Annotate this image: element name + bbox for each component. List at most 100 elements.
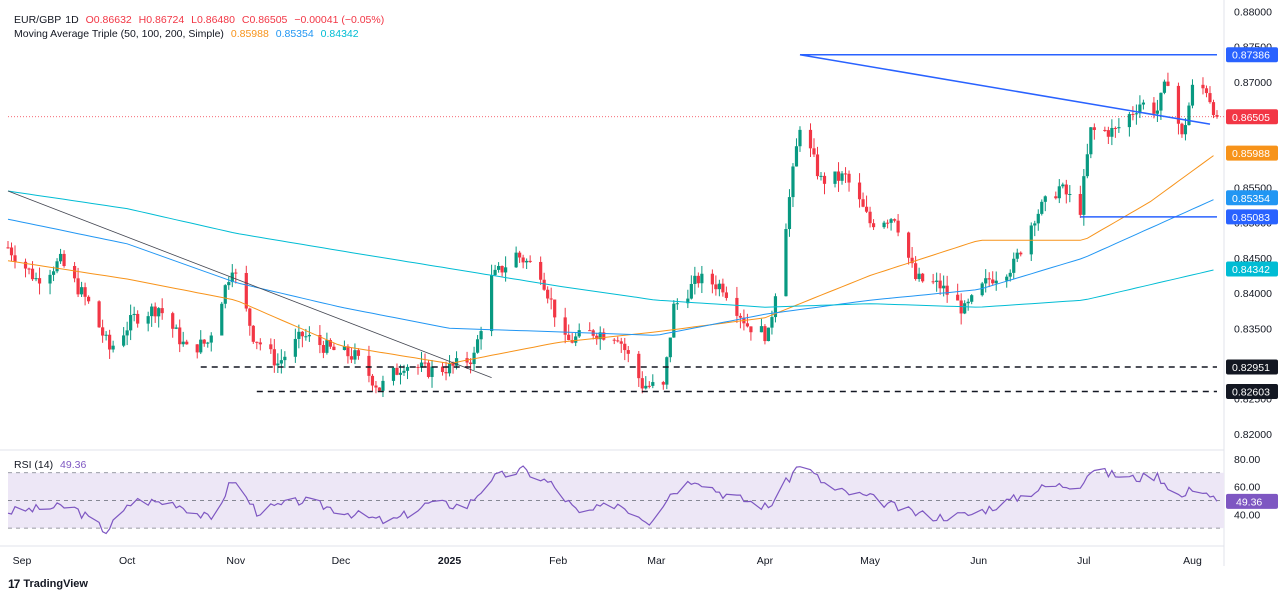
candle-body [945,285,949,295]
candle-body [293,338,297,357]
candle-body [1190,84,1195,106]
candle-body [497,265,501,270]
candle-body [234,272,238,274]
candle-body [938,280,942,289]
candle-body [37,278,42,284]
candle-body [749,326,753,333]
time-tick-label: Apr [757,555,774,567]
candle-body [693,275,697,284]
candle-body [244,272,248,309]
price-label-text: 0.85083 [1232,212,1270,224]
candle-body [710,273,714,285]
candle-body [882,222,886,228]
symbol-name[interactable]: EUR/GBP [14,14,61,26]
candle-body [1155,110,1160,114]
candle-body [1131,114,1135,116]
candle-body [157,308,161,317]
candle-body [405,366,410,371]
candle-body [836,171,841,181]
candle-body [896,220,900,233]
candle-body [1033,223,1037,226]
tradingview-brand[interactable]: 17 TradingView [8,577,88,591]
price-label-text: 0.87386 [1232,50,1270,62]
candle-body [391,367,396,381]
tradingview-name: TradingView [23,578,88,590]
time-tick-label: Oct [119,555,135,567]
candle-body [577,330,581,337]
candle-body [791,166,795,198]
candle-body [963,303,967,314]
candle-body [553,299,557,318]
candle-body [626,350,630,354]
candle-body [209,335,213,343]
candle-body [1211,102,1216,116]
candle-body [160,308,164,314]
candle-body [1152,102,1156,114]
chart-canvas[interactable]: 0.880000.875000.870000.865000.860000.855… [0,0,1280,597]
candle-body [637,353,641,379]
candle-body [398,372,403,375]
price-tick-label: 0.84000 [1234,288,1272,300]
ma50-value: 0.85988 [230,28,269,40]
candle-body [332,346,336,351]
timeframe[interactable]: 1D [65,14,78,26]
candle-body [1204,88,1209,94]
ma-legend: Moving Average Triple (50, 100, 200, Sim… [14,28,363,41]
candle-body [847,173,851,183]
candle-body [724,292,728,298]
candle-body [1015,252,1019,259]
open-value: O0.86632 [85,14,132,26]
trend-line [799,54,1211,125]
candle-body [132,313,136,316]
candle-body [794,146,799,167]
rsi-label[interactable]: RSI (14) [14,459,53,471]
candle-body [1085,154,1089,177]
price-tick-label: 0.83500 [1234,323,1272,335]
candle-body [202,339,206,344]
candle-body [251,325,255,342]
candle-body [815,154,820,177]
candle-body [871,223,876,228]
candle-body [125,330,129,336]
candle-body [833,171,837,184]
candle-body [861,199,865,207]
candle-body [423,362,427,364]
candle-body [542,279,546,290]
candle-body [518,252,522,258]
time-tick-label: 2025 [438,555,462,567]
candle-body [1036,213,1040,224]
candle-body [784,229,788,297]
candle-body [1127,114,1131,128]
candle-body [689,283,693,299]
candle-body [171,313,175,329]
candle-body [840,173,844,181]
candle-body [321,345,325,353]
candle-body [178,327,182,345]
candle-body [644,385,648,389]
candle-body [79,287,84,295]
candle-body [430,366,434,377]
candle-body [843,173,848,175]
candle-body [1141,102,1146,105]
chart-stage: 0.880000.875000.870000.865000.860000.855… [0,0,1280,597]
price-label-text: 0.85988 [1232,148,1270,160]
rsi-legend: RSI (14) 49.36 [14,459,90,472]
candle-body [980,283,984,296]
candle-body [588,330,592,332]
candle-body [104,334,108,336]
candle-body [549,298,553,300]
candle-body [966,301,970,304]
ma-indicator-label[interactable]: Moving Average Triple (50, 100, 200, Sim… [14,28,224,40]
price-tick-label: 0.88000 [1234,7,1272,19]
candle-body [97,301,101,328]
candle-body [1012,258,1016,273]
candle-body [889,219,893,223]
candle-body [48,274,52,284]
candle-body [766,327,771,342]
candle-body [129,315,133,331]
candle-body [1057,186,1061,199]
candle-body [297,331,301,339]
candle-body [255,341,259,343]
candle-body [546,289,550,299]
candle-body [942,285,946,289]
